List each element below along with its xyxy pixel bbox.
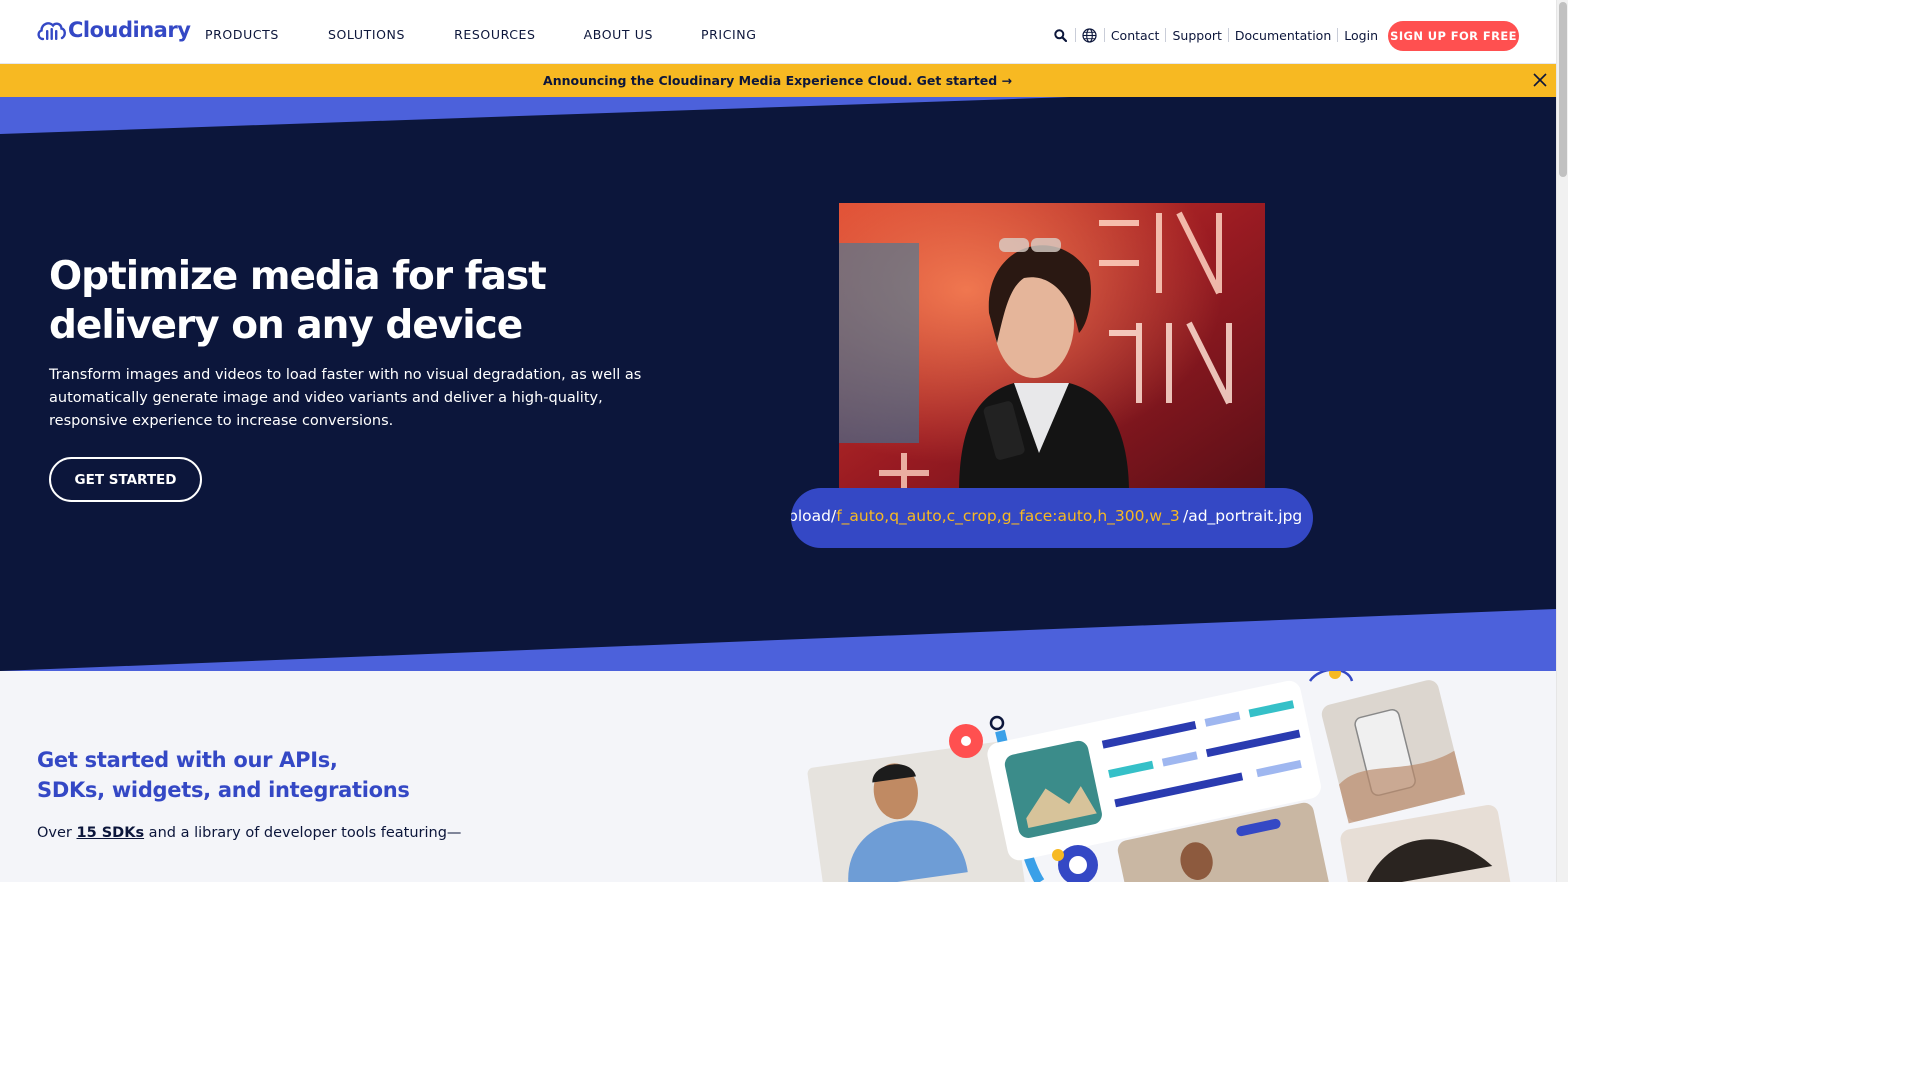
neon-portrait-illustration	[839, 203, 1265, 493]
nav-products[interactable]: PRODUCTS	[205, 27, 279, 42]
documentation-link[interactable]: Documentation	[1235, 28, 1331, 43]
logo-text: Cloudinary	[68, 18, 191, 42]
login-link[interactable]: Login	[1344, 28, 1378, 43]
nav-solutions[interactable]: SOLUTIONS	[328, 27, 405, 42]
developer-section: Get started with our APIs, SDKs, widgets…	[0, 671, 1556, 882]
divider	[1074, 28, 1076, 42]
globe-icon[interactable]	[1082, 27, 1098, 43]
nav-pricing[interactable]: PRICING	[701, 27, 757, 42]
developer-title-line1: Get started with our APIs,	[37, 748, 338, 772]
sdks-link[interactable]: 15 SDKs	[77, 825, 145, 841]
developer-title-line2: SDKs, widgets, and integrations	[37, 778, 410, 802]
description-prefix: Over	[37, 825, 77, 841]
cloud-logo-icon	[37, 22, 66, 41]
url-prefix: pload/	[791, 507, 837, 525]
announcement-link[interactable]: Announcing the Cloudinary Media Experien…	[543, 73, 1012, 88]
developer-section-title: Get started with our APIs, SDKs, widgets…	[37, 745, 410, 805]
divider	[1165, 28, 1167, 42]
scrollbar-thumb[interactable]	[1559, 2, 1567, 177]
url-suffix: /ad_portrait.jpg	[1181, 507, 1303, 525]
support-link[interactable]: Support	[1172, 28, 1221, 43]
site-header: Cloudinary PRODUCTS SOLUTIONS RESOURCES …	[0, 0, 1556, 64]
close-icon[interactable]	[1532, 72, 1548, 88]
cloudinary-logo[interactable]: Cloudinary	[36, 18, 191, 42]
divider	[1337, 28, 1339, 42]
nav-about-us[interactable]: ABOUT US	[584, 27, 653, 42]
signup-button[interactable]: SIGN UP FOR FREE	[1388, 21, 1519, 51]
developer-tools-illustration	[807, 671, 1516, 882]
description-suffix: and a library of developer tools featuri…	[144, 825, 462, 841]
contact-link[interactable]: Contact	[1111, 28, 1160, 43]
page-scrollbar[interactable]	[1556, 0, 1568, 882]
divider	[1227, 28, 1229, 42]
hero-description: Transform images and videos to load fast…	[49, 367, 642, 429]
developer-section-description: Over 15 SDKs and a library of developer …	[37, 825, 461, 841]
hero-portrait-image	[839, 203, 1265, 493]
url-transformation: f_auto,q_auto,c_crop,g_face:auto,h_300,w…	[836, 507, 1180, 525]
main-nav: PRODUCTS SOLUTIONS RESOURCES ABOUT US PR…	[205, 27, 757, 42]
announcement-bar: Announcing the Cloudinary Media Experien…	[0, 64, 1556, 97]
divider	[1103, 28, 1105, 42]
nav-resources[interactable]: RESOURCES	[454, 27, 536, 42]
get-started-button[interactable]: GET STARTED	[49, 457, 202, 502]
hero-title-line2: delivery on any device	[49, 303, 523, 348]
utility-nav: Contact Support Documentation Login	[1053, 27, 1378, 43]
page: Cloudinary PRODUCTS SOLUTIONS RESOURCES …	[0, 0, 1568, 882]
hero-title-line1: Optimize media for fast	[49, 254, 547, 299]
search-icon[interactable]	[1053, 27, 1069, 43]
hero-title: Optimize media for fast delivery on any …	[49, 252, 569, 350]
url-text: pload/f_auto,q_auto,c_crop,g_face:auto,h…	[791, 507, 1303, 525]
url-transformation-pill: pload/f_auto,q_auto,c_crop,g_face:auto,h…	[791, 488, 1313, 548]
hero-section: Optimize media for fast delivery on any …	[0, 97, 1556, 671]
